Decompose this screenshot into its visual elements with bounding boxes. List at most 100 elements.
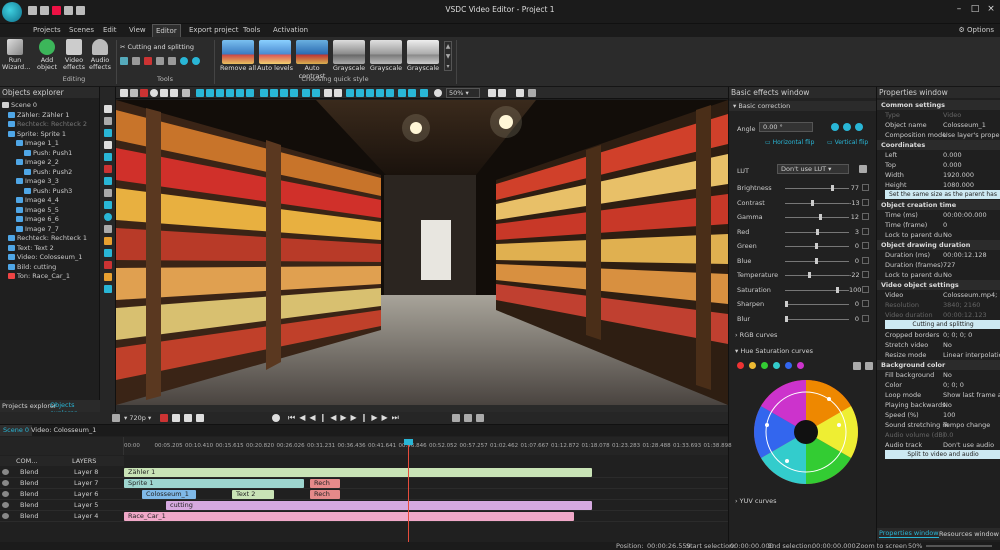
tree-item[interactable]: Bild: cutting <box>8 263 56 272</box>
resolution-select[interactable]: ▾ 720p ▾ <box>124 414 151 422</box>
align-middle-icon[interactable] <box>236 89 244 97</box>
video-preview[interactable] <box>116 100 728 405</box>
slider-knob[interactable] <box>815 257 818 264</box>
zoom-icon[interactable] <box>434 89 442 97</box>
align-top-icon[interactable] <box>226 89 234 97</box>
adjustment-spinner[interactable] <box>862 300 869 307</box>
property-row[interactable]: Time (frame) 0 <box>877 220 1000 230</box>
visibility-icon[interactable] <box>2 491 9 497</box>
marker-icon[interactable] <box>144 57 152 65</box>
property-value[interactable]: 00:00:12.128 <box>943 250 1000 260</box>
property-value[interactable]: 3840; 2160 <box>943 300 1000 310</box>
slider-knob[interactable] <box>808 272 812 278</box>
adjustment-spinner[interactable] <box>862 198 869 206</box>
property-row[interactable]: Speed (%) 100 <box>877 410 1000 420</box>
preview-settings-icon[interactable] <box>498 89 506 97</box>
move-bottom-icon[interactable] <box>290 89 298 97</box>
zoom-slider[interactable] <box>926 545 992 547</box>
adjustment-slider[interactable] <box>785 286 849 293</box>
property-row[interactable]: Sound stretching m Tempo change <box>877 420 1000 430</box>
close-icon[interactable]: × <box>984 3 998 15</box>
fullscreen-icon[interactable] <box>488 89 496 97</box>
tab-projects-explorer[interactable]: Projects explorer <box>2 402 57 410</box>
adjustment-slider[interactable] <box>785 199 849 206</box>
text-tool-icon[interactable] <box>104 141 112 149</box>
property-value[interactable]: No <box>943 400 1000 410</box>
ungroup-icon[interactable] <box>334 89 342 97</box>
property-value[interactable]: 00:00:00.000 <box>943 210 1000 220</box>
visibility-icon[interactable] <box>2 469 9 475</box>
split-icon[interactable] <box>168 57 176 65</box>
tree-item[interactable]: Video: Colosseum_1 <box>8 253 82 262</box>
visibility-icon[interactable] <box>2 513 9 519</box>
timer-icon[interactable] <box>272 414 280 422</box>
audio-effects-button[interactable]: Audio effects <box>88 39 112 71</box>
distribute-icon[interactable] <box>302 89 310 97</box>
tree-item[interactable]: Image 4_4 <box>16 196 59 205</box>
property-row[interactable]: Type Video <box>877 110 1000 120</box>
property-value[interactable]: No <box>943 230 1000 240</box>
cutting-splitting-button[interactable]: ✂ Cutting and splitting <box>120 43 194 51</box>
slider-knob[interactable] <box>836 286 839 293</box>
property-row[interactable]: Loop mode Show last frame at th <box>877 390 1000 400</box>
playback-controls[interactable]: ⏮◀◀❙◀▶▶❙▶▶⏭ <box>288 413 403 423</box>
tab-object[interactable]: Video: Colosseum_1 <box>28 425 99 436</box>
timeline-track[interactable]: Blend Layer 6 Colosseum_1 Text 2 Rech <box>0 489 728 500</box>
property-section[interactable]: Object drawing duration <box>877 240 1000 250</box>
track-blend[interactable]: Blend <box>20 489 39 499</box>
property-row[interactable]: Time (ms) 00:00:00.000 <box>877 210 1000 220</box>
property-row[interactable]: Playing backwards No <box>877 400 1000 410</box>
video-tool-icon[interactable] <box>104 165 112 173</box>
swatch-cyan[interactable] <box>773 362 780 369</box>
property-value[interactable]: No <box>943 270 1000 280</box>
property-value[interactable]: No <box>943 340 1000 350</box>
property-value[interactable]: 0.0 <box>943 430 1000 440</box>
property-row[interactable]: Width 1920.000 <box>877 170 1000 180</box>
rotate-left-icon[interactable] <box>160 89 168 97</box>
property-row[interactable]: Stretch video No <box>877 340 1000 350</box>
adjustment-spinner[interactable] <box>862 227 869 235</box>
swatch-red[interactable] <box>737 362 744 369</box>
animation-tool-icon[interactable] <box>104 273 112 281</box>
property-value[interactable]: 727 <box>943 260 1000 270</box>
zoom-select[interactable]: 50% ▾ <box>446 88 480 98</box>
resize-icon[interactable] <box>156 57 164 65</box>
crop-tool-icon[interactable] <box>420 89 428 97</box>
polygon-tool-icon[interactable] <box>104 225 112 233</box>
styles-scroll[interactable]: ▲ ▼ ▾ <box>444 41 452 71</box>
tree-item[interactable]: Push: Push1 <box>24 149 72 158</box>
property-value[interactable]: Colosseum_1 <box>943 120 1000 130</box>
move-down-icon[interactable] <box>270 89 278 97</box>
style-thumbnail[interactable] <box>222 40 254 64</box>
yuv-curves-section[interactable]: › YUV curves <box>735 497 777 505</box>
style-thumbnail[interactable] <box>333 40 365 64</box>
adjustment-spinner[interactable] <box>862 285 869 293</box>
pencil-icon[interactable] <box>120 57 128 65</box>
swatch-yellow[interactable] <box>749 362 756 369</box>
group-icon[interactable] <box>324 89 332 97</box>
lut-folder-icon[interactable] <box>859 165 867 173</box>
hue-wheel[interactable] <box>751 377 861 487</box>
pointer-tool-icon[interactable] <box>104 105 112 113</box>
adjustment-slider[interactable] <box>785 257 849 264</box>
property-section[interactable]: Common settings <box>877 100 1000 110</box>
property-row[interactable]: Composition modeUse layer's properties <box>877 130 1000 140</box>
property-value[interactable]: 0.000 <box>943 160 1000 170</box>
track-blend[interactable]: Blend <box>20 500 39 510</box>
center-icon[interactable] <box>376 89 384 97</box>
property-row[interactable]: Audio volume (dB) 0.0 <box>877 430 1000 440</box>
timeline-track[interactable]: Blend Layer 4 Race_Car_1 <box>0 511 728 522</box>
timeline-track[interactable]: Blend Layer 7 Sprite 1 Rech <box>0 478 728 489</box>
property-action-button[interactable]: Set the same size as the parent has <box>885 190 1000 199</box>
rotate-icon[interactable] <box>180 57 188 65</box>
slider-knob[interactable] <box>811 199 815 206</box>
adjustment-spinner[interactable] <box>862 271 869 278</box>
property-section[interactable]: Video object settings <box>877 280 1000 290</box>
align-center-icon[interactable] <box>206 89 214 97</box>
property-row[interactable]: Audio track Don't use audio <box>877 440 1000 450</box>
adjustment-slider[interactable] <box>785 185 849 191</box>
timeline-clip[interactable]: Rech <box>310 490 340 499</box>
stop-icon[interactable] <box>172 414 180 422</box>
tree-item[interactable]: Image 7_7 <box>16 225 59 234</box>
property-value[interactable]: Linear interpolation <box>943 350 1000 360</box>
